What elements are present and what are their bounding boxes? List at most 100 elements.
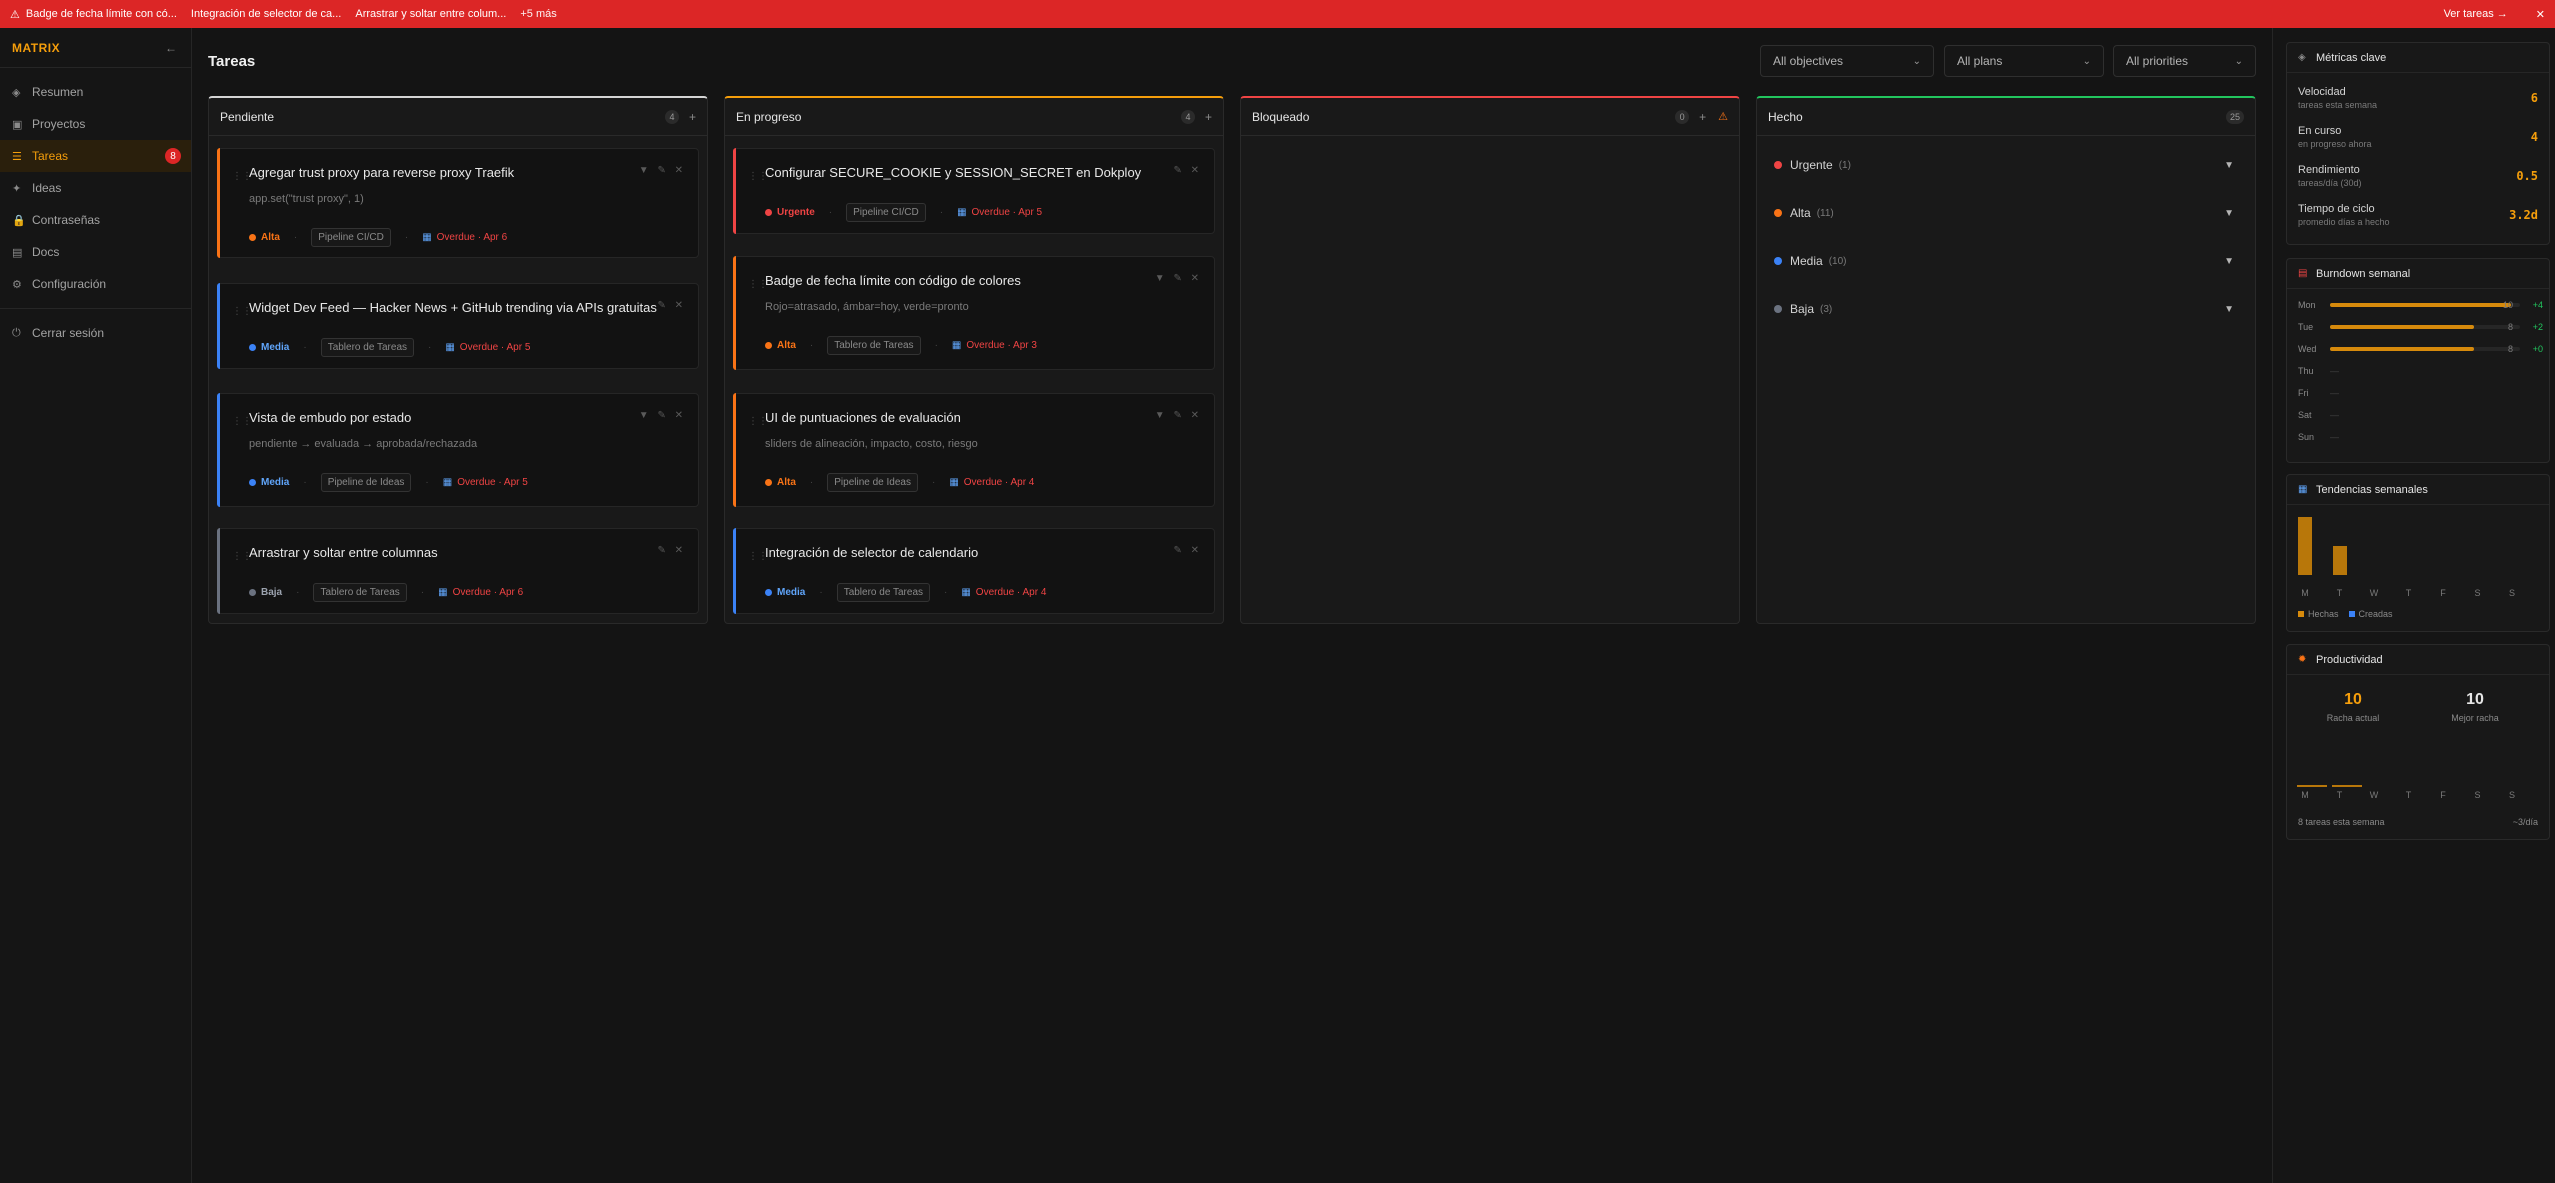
priority-stripe <box>733 528 736 614</box>
widget-header: ▤ Burndown semanal <box>2287 259 2549 289</box>
close-icon[interactable]: ✕ <box>2536 8 2545 21</box>
priority-label: Media <box>249 342 289 353</box>
expand-icon[interactable]: ▼ <box>2224 160 2234 171</box>
expand-icon[interactable]: ▼ <box>2224 208 2234 219</box>
sidebar-item-label: Docs <box>32 245 60 259</box>
dashboard-icon: ◈ <box>12 86 21 99</box>
plan-tag: Tablero de Tareas <box>827 336 921 355</box>
sidebar-item-tareas[interactable]: ☰ Tareas 8 <box>0 140 191 172</box>
view-tasks-link[interactable]: Ver tareas → <box>2444 8 2508 20</box>
burndown-track <box>2330 325 2520 329</box>
sidebar: MATRIX ← ◈ Resumen ▣ Proyectos ☰ Tareas 8 ✦ I… <box>0 28 192 1183</box>
task-card[interactable]: ⋮⋮ Configurar SECURE_COOKIE y SESSION_SE… <box>733 148 1215 234</box>
priority-dot <box>249 344 256 351</box>
card-actions[interactable]: ▼ ✎ ✕ <box>639 410 686 421</box>
due-date: ▦ Overdue · Apr 4 <box>949 477 1035 488</box>
burndown-fill <box>2330 303 2511 307</box>
column-count: 4 <box>664 109 679 124</box>
column-header: Pendiente 4 + <box>209 98 707 136</box>
burndown-empty: — <box>2330 410 2339 420</box>
add-task-button[interactable]: + <box>1699 110 1706 124</box>
done-group-alta[interactable]: Alta (11) ▼ <box>1774 206 2234 220</box>
widget-title: Tendencias semanales <box>2316 483 2428 496</box>
task-title[interactable]: Widget Dev Feed — Hacker News + GitHub t… <box>249 300 657 315</box>
done-group-baja[interactable]: Baja (3) ▼ <box>1774 302 2234 316</box>
sidebar-item-docs[interactable]: ▤ Docs <box>0 236 191 268</box>
add-task-button[interactable]: + <box>689 110 696 124</box>
done-group-media[interactable]: Media (10) ▼ <box>1774 254 2234 268</box>
plan-tag: Pipeline de Ideas <box>320 473 412 492</box>
collapse-icon[interactable]: ← <box>165 41 177 55</box>
column-title: Hecho <box>1768 109 1803 124</box>
plans-filter[interactable]: All plans ⌄ <box>1944 45 2104 77</box>
done-group-urgente[interactable]: Urgente (1) ▼ <box>1774 158 2234 172</box>
task-card[interactable]: ⋮⋮ UI de puntuaciones de evaluación slid… <box>733 393 1215 507</box>
productivity-day-label: S <box>2508 790 2515 800</box>
burndown-value: 8 <box>2507 322 2513 332</box>
trend-bar <box>2298 517 2312 575</box>
logout-label: Cerrar sesión <box>32 326 105 340</box>
task-title[interactable]: UI de puntuaciones de evaluación <box>765 410 961 425</box>
expand-icon[interactable]: ▼ <box>2224 256 2234 267</box>
group-label: Media <box>1790 254 1823 268</box>
trend-bar <box>2332 546 2347 575</box>
metric-tiempo-ciclo: Tiempo de ciclo promedio días a hecho 3.… <box>2298 203 2538 227</box>
widget-title: Burndown semanal <box>2316 267 2411 280</box>
card-actions[interactable]: ▼ ✎ ✕ <box>639 165 686 176</box>
priorities-filter[interactable]: All priorities ⌄ <box>2113 45 2256 77</box>
productivity-day-label: W <box>2369 790 2379 800</box>
expand-icon[interactable]: ▼ <box>2224 304 2234 315</box>
task-title[interactable]: Integración de selector de calendario <box>765 545 978 560</box>
priority-dot <box>249 479 256 486</box>
widget-header: ✹ Productividad <box>2287 645 2549 675</box>
task-card[interactable]: ⋮⋮ Integración de selector de calendario… <box>733 528 1215 614</box>
card-actions[interactable]: ▼ ✎ ✕ <box>1155 410 1202 421</box>
objectives-filter[interactable]: All objectives ⌄ <box>1760 45 1934 77</box>
task-title[interactable]: Configurar SECURE_COOKIE y SESSION_SECRE… <box>765 165 1141 180</box>
sidebar-item-configuracion[interactable]: ⚙ Configuración <box>0 268 191 300</box>
due-date: ▦ Overdue · Apr 6 <box>422 232 508 243</box>
task-card[interactable]: ⋮⋮ Agregar trust proxy para reverse prox… <box>217 148 699 258</box>
chevron-down-icon: ⌄ <box>2234 55 2243 67</box>
card-actions[interactable]: ✎ ✕ <box>657 300 686 311</box>
brand-logo[interactable]: MATRIX <box>12 41 60 55</box>
task-title[interactable]: Agregar trust proxy para reverse proxy T… <box>249 165 514 180</box>
task-title[interactable]: Arrastrar y soltar entre columnas <box>249 545 438 560</box>
sidebar-item-proyectos[interactable]: ▣ Proyectos <box>0 108 191 140</box>
task-title[interactable]: Vista de embudo por estado <box>249 410 411 425</box>
card-actions[interactable]: ▼ ✎ ✕ <box>1155 273 1202 284</box>
page-title: Tareas <box>208 53 256 70</box>
task-card[interactable]: ⋮⋮ Badge de fecha límite con código de c… <box>733 256 1215 370</box>
chevron-down-icon: ⌄ <box>1912 55 1921 67</box>
sidebar-item-ideas[interactable]: ✦ Ideas <box>0 172 191 204</box>
alert-item[interactable]: Badge de fecha límite con có... <box>26 8 177 20</box>
card-actions[interactable]: ✎ ✕ <box>657 545 686 556</box>
task-title[interactable]: Badge de fecha límite con código de colo… <box>765 273 1021 288</box>
logout-button[interactable]: ⏻ Cerrar sesión <box>0 317 191 349</box>
legend-done: Hechas <box>2298 609 2339 619</box>
task-description: Rojo=atrasado, ámbar=hoy, verde=pronto <box>765 301 969 313</box>
alert-item[interactable]: Arrastrar y soltar entre colum... <box>355 8 506 20</box>
task-card[interactable]: ⋮⋮ Arrastrar y soltar entre columnas ✎ ✕… <box>217 528 699 614</box>
calendar-icon: ▦ <box>957 207 967 218</box>
column-hecho: Hecho 25 Urgente (1) ▼ Alta (11) ▼ Media… <box>1756 96 2256 624</box>
column-pendiente: Pendiente 4 + ⋮⋮ Agregar trust proxy par… <box>208 96 708 624</box>
metric-sub: tareas/día (30d) <box>2298 178 2362 188</box>
add-task-button[interactable]: + <box>1205 110 1212 124</box>
task-card[interactable]: ⋮⋮ Widget Dev Feed — Hacker News + GitHu… <box>217 283 699 369</box>
card-actions[interactable]: ✎ ✕ <box>1173 165 1202 176</box>
card-actions[interactable]: ✎ ✕ <box>1173 545 1202 556</box>
alert-item[interactable]: Integración de selector de ca... <box>191 8 341 20</box>
filter-value: All priorities <box>2126 54 2189 68</box>
task-card[interactable]: ⋮⋮ Vista de embudo por estado pendiente … <box>217 393 699 507</box>
productivity-day-label: T <box>2405 790 2412 800</box>
sidebar-item-resumen[interactable]: ◈ Resumen <box>0 76 191 108</box>
best-value: 10 <box>2466 691 2484 708</box>
burndown-delta: +4 <box>2532 300 2543 310</box>
group-count: (3) <box>1820 303 1833 315</box>
sidebar-item-contrasenas[interactable]: 🔒 Contraseñas <box>0 204 191 236</box>
priority-label: Media <box>765 587 805 598</box>
alert-more[interactable]: +5 más <box>520 8 556 20</box>
best-streak: 10 Mejor racha <box>2415 691 2535 723</box>
column-title: Pendiente <box>220 109 275 124</box>
